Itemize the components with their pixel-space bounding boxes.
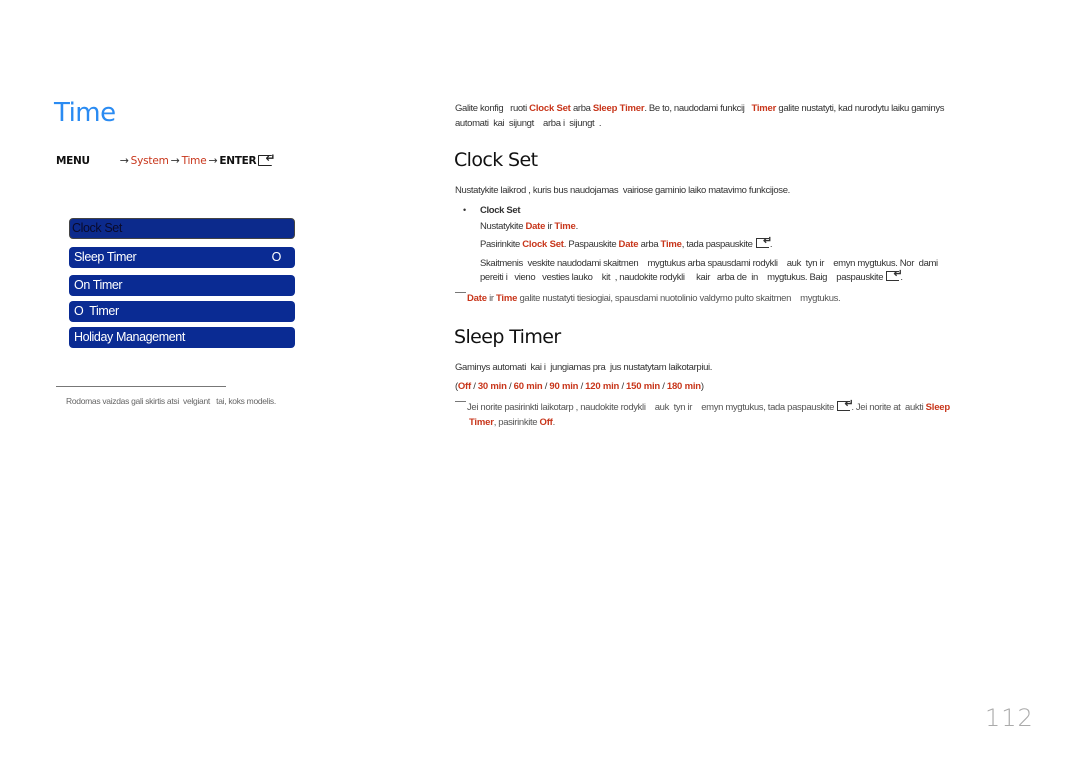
clock-set-heading: Clock Set: [454, 149, 538, 171]
off-link: Off: [539, 417, 553, 428]
sleep-timer-note: Jei norite pasirinkti laikotarp , naudok…: [455, 397, 951, 430]
menu-path-system: System: [130, 155, 169, 167]
time-link: Time: [495, 293, 518, 304]
note-icon: [455, 292, 466, 293]
separator: /: [619, 381, 627, 392]
text: , pasirinkite: [493, 417, 540, 428]
intro-text: arba: [570, 103, 593, 114]
clock-set-line-2: Pasirinkite Clock Set. Paspauskite Date …: [480, 234, 773, 252]
text: galite nustatyti tiesiogiai, spausdami n…: [517, 293, 841, 304]
osd-item-on-timer[interactable]: On Timer: [69, 275, 295, 296]
text: . Jei norite at aukti: [851, 402, 926, 413]
time-link: Time: [554, 221, 576, 232]
sleep-timer-link: Sleep: [925, 402, 951, 413]
date-link: Date: [618, 239, 639, 250]
intro-text: galite nustatyti, kad nurodytu laiku gam…: [776, 103, 945, 114]
sleep-timer-options: (Off / 30 min / 60 min / 90 min / 120 mi…: [455, 379, 704, 394]
text: , tada paspauskite: [681, 239, 755, 250]
arrow-icon: →: [208, 154, 218, 167]
text: Nustatykite: [480, 221, 526, 232]
osd-item-label: Sleep Timer: [74, 250, 137, 264]
option-60-min: 60 min: [513, 381, 543, 392]
date-link: Date: [525, 221, 546, 232]
text: .: [552, 417, 556, 428]
text: arba: [638, 239, 661, 250]
clock-set-note: Date ir Time galite nustatyti tiesiogiai…: [455, 291, 841, 306]
osd-item-label: O Timer: [74, 304, 119, 318]
osd-item-sleep-timer[interactable]: Sleep Timer O: [69, 247, 295, 268]
sleep-timer-description: Gaminys automati kai i jungiamas pra jus…: [455, 362, 713, 373]
enter-key-icon: [837, 397, 853, 412]
intro-paragraph: Galite konfig ruoti Clock Set arba Sleep…: [455, 101, 945, 131]
page-title: Time: [54, 98, 116, 128]
menu-path-time: Time: [181, 155, 207, 167]
option-120-min: 120 min: [585, 381, 620, 392]
osd-item-value: O: [271, 250, 282, 264]
separator: /: [470, 381, 478, 392]
clock-set-line-3: Skaitmenis veskite naudodami skaitmen my…: [480, 258, 938, 269]
text: ir: [486, 293, 496, 304]
sleep-timer-link: Timer: [469, 417, 494, 428]
bullet-icon: •: [463, 205, 466, 215]
option-90-min: 90 min: [549, 381, 579, 392]
option-180-min: 180 min: [666, 381, 701, 392]
menu-label: MENU: [56, 155, 90, 167]
osd-item-label: Clock Set: [72, 221, 122, 235]
date-link: Date: [467, 293, 487, 304]
text: ): [700, 381, 704, 392]
enter-key-icon: [755, 234, 772, 249]
page-number: 112: [985, 704, 1034, 732]
intro-line-2: automati kai sijungt arba i sijungt .: [455, 118, 602, 129]
menu-path: MENU → System → Time → ENTER: [56, 151, 275, 167]
clock-set-line-4: pereiti i vieno vesties lauko kit , naud…: [480, 267, 903, 285]
text: Pasirinkite: [480, 239, 523, 250]
osd-item-label: Holiday Management: [74, 330, 185, 344]
clock-set-description: Nustatykite laikrod , kuris bus naudojam…: [455, 185, 790, 196]
text: Jei norite pasirinkti laikotarp , naudok…: [467, 402, 837, 413]
text: . Paspauskite: [563, 239, 619, 250]
sleep-timer-heading: Sleep Timer: [454, 326, 561, 348]
clock-set-line-1: Nustatykite Date ir Time.: [480, 219, 578, 234]
clock-set-item-title: Clock Set: [480, 205, 521, 216]
arrow-icon: →: [170, 154, 180, 167]
arrow-icon: →: [119, 154, 129, 167]
intro-text: . Be to, naudodami funkcij: [644, 103, 752, 114]
osd-item-holiday-management[interactable]: Holiday Management: [69, 327, 295, 348]
enter-key-icon: [258, 151, 275, 166]
enter-key-icon: [886, 267, 902, 282]
osd-item-label: On Timer: [74, 278, 123, 292]
option-30-min: 30 min: [477, 381, 507, 392]
intro-text: Galite konfig ruoti: [455, 103, 530, 114]
footnote-divider: [56, 386, 226, 387]
osd-item-clock-set[interactable]: Clock Set: [69, 218, 295, 239]
time-link: Time: [660, 239, 682, 250]
intro-clock-set-link: Clock Set: [529, 103, 571, 114]
intro-timer-link: Timer: [751, 103, 777, 114]
clock-set-link: Clock Set: [522, 239, 564, 250]
option-off: Off: [457, 381, 471, 392]
text: pereiti i vieno vesties lauko kit , naud…: [480, 272, 886, 283]
osd-item-off-timer[interactable]: O Timer: [69, 301, 295, 322]
menu-path-enter: ENTER: [219, 155, 257, 167]
separator: /: [660, 381, 667, 392]
separator: /: [506, 381, 514, 392]
option-150-min: 150 min: [626, 381, 661, 392]
footnote: Rodomas vaizdas gali skirtis atsi velgia…: [66, 396, 276, 406]
note-icon: [455, 401, 466, 402]
intro-sleep-timer-link: Sleep Timer: [592, 103, 645, 114]
text: .: [575, 221, 579, 232]
